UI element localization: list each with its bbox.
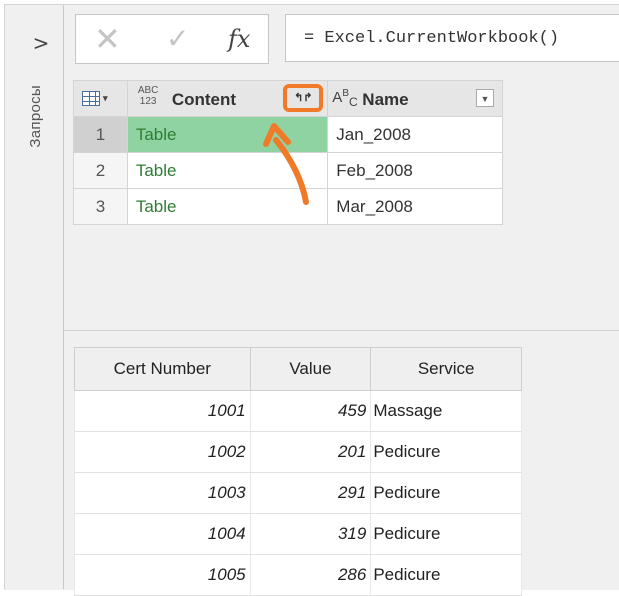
table-row: 1005 286 Pedicure <box>74 554 522 596</box>
row-number[interactable]: 1 <box>73 116 128 153</box>
value-cell: 459 <box>249 390 372 432</box>
name-cell[interactable]: Feb_2008 <box>327 152 503 189</box>
value-cell: 201 <box>249 431 372 473</box>
table-menu-button[interactable]: ▾ <box>73 80 128 117</box>
fx-icon[interactable]: fx <box>228 23 250 55</box>
formula-input[interactable]: = Excel.CurrentWorkbook() <box>285 14 619 62</box>
service-cell: Pedicure <box>370 472 522 514</box>
preview-divider <box>64 330 619 331</box>
result-column-header: Cert Number <box>74 347 251 391</box>
column-header-name[interactable]: ABC Name ▼ <box>327 80 503 117</box>
queries-pane-title: Запросы <box>27 85 44 148</box>
result-column-header: Value <box>249 347 372 391</box>
service-cell: Massage <box>370 390 522 432</box>
name-cell[interactable]: Jan_2008 <box>327 116 503 153</box>
chevron-down-icon: ▾ <box>103 93 108 103</box>
table-row: 1004 319 Pedicure <box>74 513 522 555</box>
table-row: 1001 459 Massage <box>74 390 522 432</box>
table-icon <box>82 91 100 106</box>
column-header-content[interactable]: ABC 123 Content ↰↱ <box>126 80 329 117</box>
formula-bar-buttons: ✕ ✓ fx <box>75 14 269 64</box>
confirm-icon[interactable]: ✓ <box>166 21 189 57</box>
cert-number-cell: 1004 <box>74 513 251 555</box>
name-cell[interactable]: Mar_2008 <box>327 188 503 225</box>
column-header-label: Name <box>362 90 409 109</box>
expand-column-icon[interactable]: ↰↱ <box>283 84 324 112</box>
service-cell: Pedicure <box>370 554 522 596</box>
cert-number-cell: 1005 <box>74 554 251 596</box>
value-cell: 291 <box>249 472 372 514</box>
cancel-icon[interactable]: ✕ <box>94 21 121 57</box>
type-text-icon: ABC <box>332 88 358 109</box>
cert-number-cell: 1003 <box>74 472 251 514</box>
value-cell: 319 <box>249 513 372 555</box>
expand-queries-pane-button[interactable]: > <box>31 31 51 55</box>
filter-dropdown-icon[interactable]: ▼ <box>476 89 494 107</box>
value-cell: 286 <box>249 554 372 596</box>
service-cell: Pedicure <box>370 513 522 555</box>
table-row: 1002 201 Pedicure <box>74 431 522 473</box>
queries-pane[interactable]: > Запросы <box>5 5 64 589</box>
cert-number-cell: 1002 <box>74 431 251 473</box>
row-number[interactable]: 3 <box>73 188 128 225</box>
cert-number-cell: 1001 <box>74 390 251 432</box>
result-table: Cert Number Value Service 1001 459 Massa… <box>74 347 522 596</box>
type-any-icon: ABC 123 <box>137 85 159 107</box>
result-column-header: Service <box>370 347 522 391</box>
column-header-label: Content <box>171 90 237 109</box>
row-number[interactable]: 2 <box>73 152 128 189</box>
service-cell: Pedicure <box>370 431 522 473</box>
table-row: 1003 291 Pedicure <box>74 472 522 514</box>
annotation-arrow-icon <box>263 123 309 205</box>
